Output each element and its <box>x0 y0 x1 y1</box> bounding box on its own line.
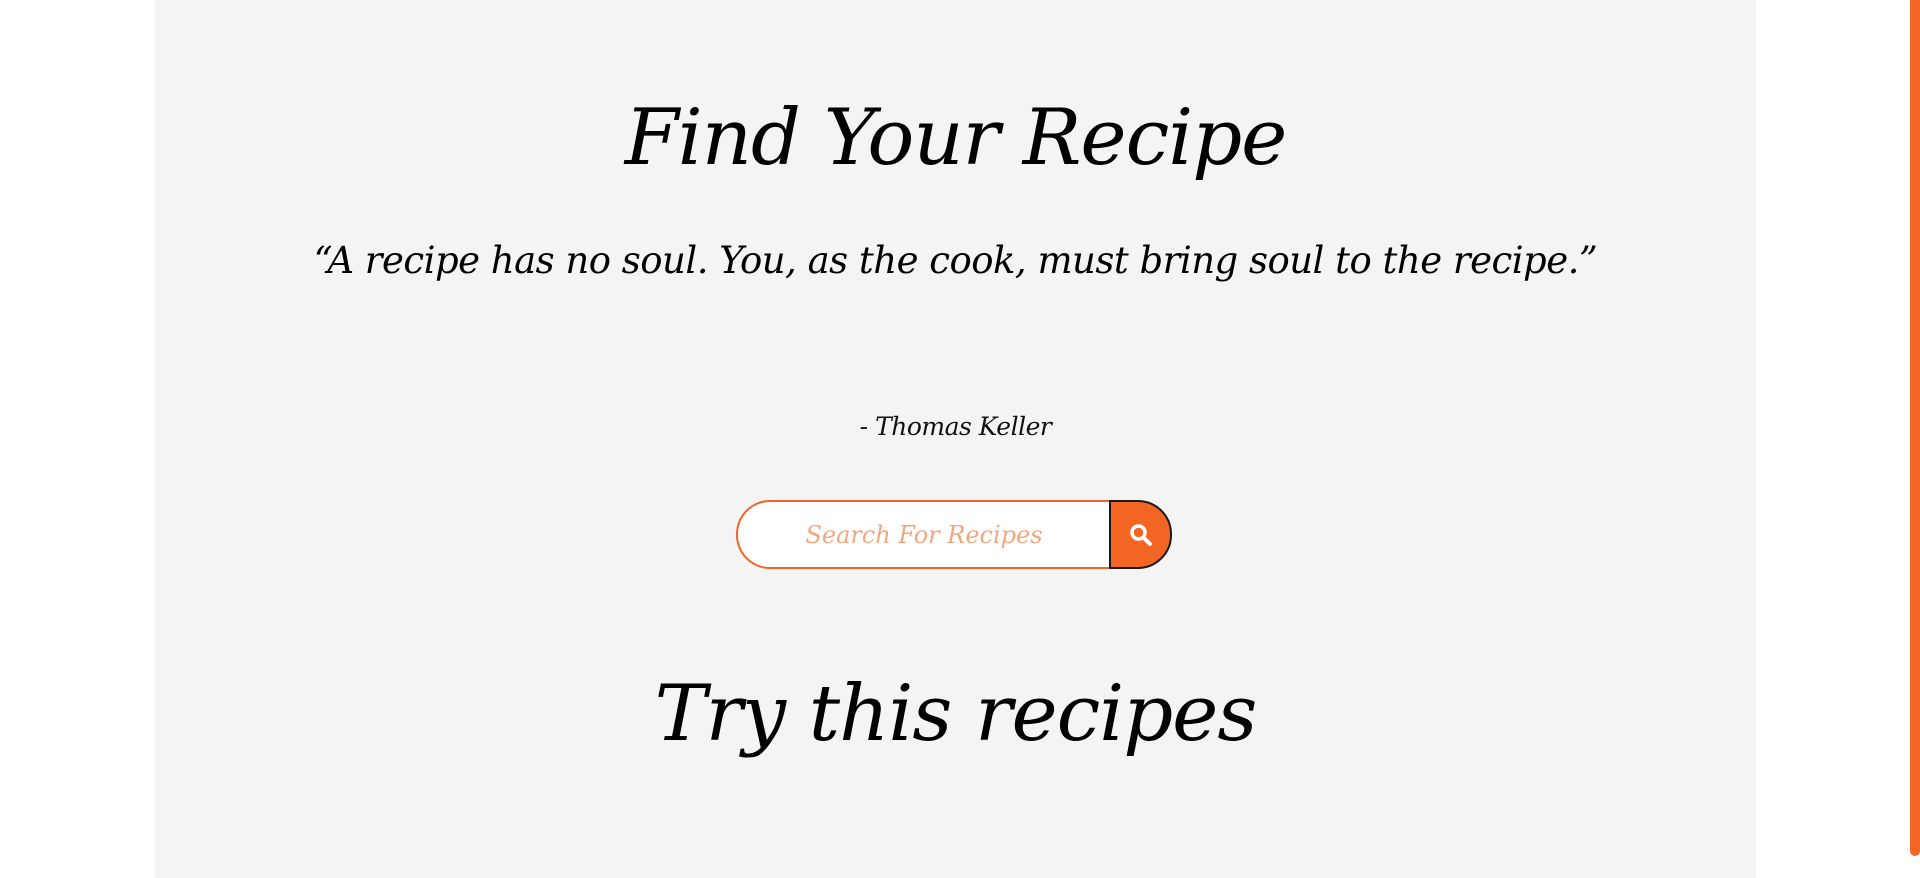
scrollbar[interactable] <box>1910 0 1920 856</box>
page: Find Your Recipe “A recipe has no soul. … <box>0 0 1920 878</box>
search-icon <box>1129 523 1152 546</box>
quote-author: - Thomas Keller <box>859 412 1052 441</box>
hero-quote: “A recipe has no soul. You, as the cook,… <box>313 239 1598 282</box>
search-bar <box>736 500 1176 569</box>
main-panel: Find Your Recipe “A recipe has no soul. … <box>155 0 1756 878</box>
search-input[interactable] <box>736 500 1110 569</box>
recipes-section-title: Try this recipes <box>654 669 1258 759</box>
page-title: Find Your Recipe <box>624 93 1288 183</box>
search-button[interactable] <box>1109 500 1172 569</box>
